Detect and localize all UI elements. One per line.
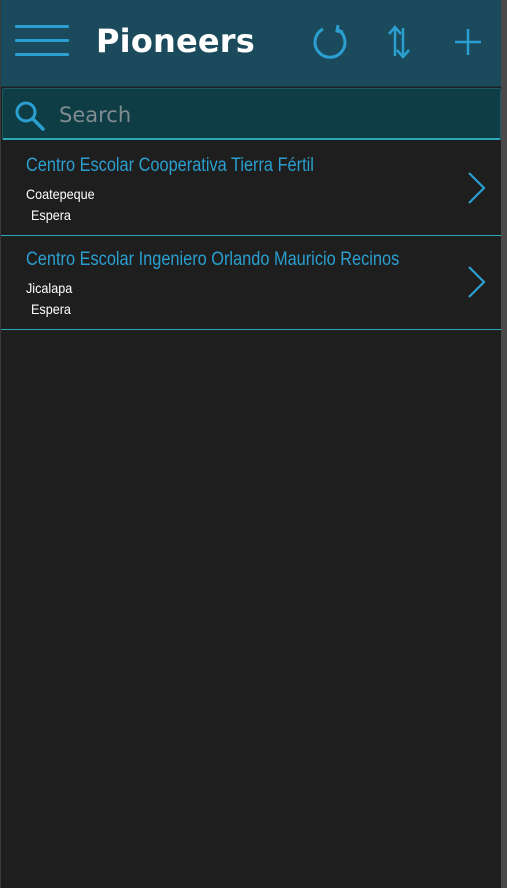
- scrollbar[interactable]: [501, 0, 507, 888]
- list-item-status: Espera: [31, 207, 71, 223]
- search-bar: [2, 88, 501, 140]
- sort-button[interactable]: [377, 20, 421, 64]
- chevron-right-icon: [468, 266, 486, 298]
- chevron-right-icon: [468, 172, 486, 204]
- list-item[interactable]: Centro Escolar Ingeniero Orlando Maurici…: [1, 236, 501, 330]
- search-input[interactable]: [57, 98, 491, 132]
- search-icon: [15, 101, 45, 131]
- refresh-button[interactable]: [308, 20, 352, 64]
- hamburger-menu-icon[interactable]: [15, 25, 69, 57]
- top-app-bar: Pioneers: [1, 0, 501, 87]
- plus-icon: [455, 29, 481, 55]
- add-button[interactable]: [446, 20, 490, 64]
- sort-icon: [388, 25, 410, 59]
- list-item[interactable]: Centro Escolar Cooperativa Tierra Fértil…: [1, 142, 501, 236]
- app-window: Pioneers Search Centro Escolar Cooperati…: [0, 0, 501, 888]
- pioneers-list: Centro Escolar Cooperativa Tierra Fértil…: [1, 142, 501, 330]
- refresh-icon: [313, 24, 347, 59]
- list-item-location: Jicalapa: [26, 280, 73, 296]
- list-item-title: Centro Escolar Cooperativa Tierra Fértil: [26, 155, 314, 176]
- list-item-title: Centro Escolar Ingeniero Orlando Maurici…: [26, 249, 400, 270]
- list-item-status: Espera: [31, 301, 71, 317]
- list-item-location: Coatepeque: [26, 186, 95, 202]
- page-title: Pioneers: [96, 22, 256, 60]
